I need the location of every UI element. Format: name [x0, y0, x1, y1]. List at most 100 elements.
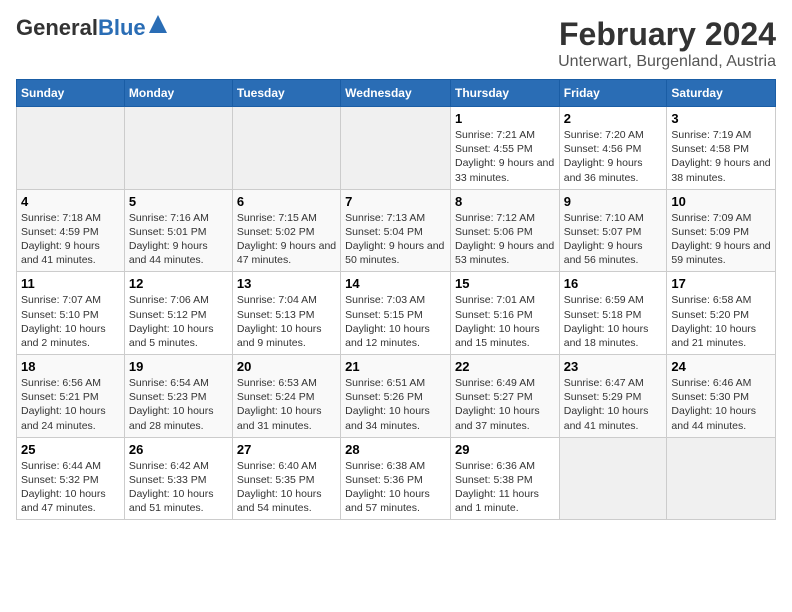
calendar-cell: 10 Sunrise: 7:09 AM Sunset: 5:09 PM Dayli…: [667, 189, 776, 272]
day-info: Sunrise: 6:44 AM Sunset: 5:32 PM Dayligh…: [21, 459, 120, 516]
calendar-cell: 13Sunrise: 7:04 AM Sunset: 5:13 PM Dayli…: [232, 272, 340, 355]
calendar-cell: 3 Sunrise: 7:19 AM Sunset: 4:58 PM Daylig…: [667, 107, 776, 190]
header-tuesday: Tuesday: [232, 80, 340, 107]
day-number: 19: [129, 359, 228, 374]
header-thursday: Thursday: [450, 80, 559, 107]
day-info: Sunrise: 7:18 AM Sunset: 4:59 PM Dayligh…: [21, 211, 120, 268]
day-info: Sunrise: 7:06 AM Sunset: 5:12 PM Dayligh…: [129, 293, 228, 350]
day-info: Sunrise: 6:54 AM Sunset: 5:23 PM Dayligh…: [129, 376, 228, 433]
day-info: Sunrise: 7:21 AM Sunset: 4:55 PM Dayligh…: [455, 128, 555, 185]
calendar-cell: 29 Sunrise: 6:36 AM Sunset: 5:38 PM Dayli…: [450, 437, 559, 520]
day-number: 29: [455, 442, 555, 457]
day-number: 6: [237, 194, 336, 209]
day-number: 5: [129, 194, 228, 209]
calendar-cell: [232, 107, 340, 190]
day-info: Sunrise: 6:36 AM Sunset: 5:38 PM Dayligh…: [455, 459, 555, 516]
day-number: 26: [129, 442, 228, 457]
calendar-cell: 22 Sunrise: 6:49 AM Sunset: 5:27 PM Dayli…: [450, 355, 559, 438]
day-number: 25: [21, 442, 120, 457]
calendar-cell: [124, 107, 232, 190]
calendar-cell: 23Sunrise: 6:47 AM Sunset: 5:29 PM Dayli…: [559, 355, 667, 438]
calendar-cell: 15Sunrise: 7:01 AM Sunset: 5:16 PM Dayli…: [450, 272, 559, 355]
day-info: Sunrise: 7:10 AM Sunset: 5:07 PM Dayligh…: [564, 211, 663, 268]
day-number: 7: [345, 194, 446, 209]
calendar-table: SundayMondayTuesdayWednesdayThursdayFrid…: [16, 79, 776, 520]
day-number: 20: [237, 359, 336, 374]
calendar-cell: 16 Sunrise: 6:59 AM Sunset: 5:18 PM Dayli…: [559, 272, 667, 355]
calendar-cell: 19 Sunrise: 6:54 AM Sunset: 5:23 PM Dayli…: [124, 355, 232, 438]
day-info: Sunrise: 7:04 AM Sunset: 5:13 PM Dayligh…: [237, 293, 336, 350]
calendar-cell: 17 Sunrise: 6:58 AM Sunset: 5:20 PM Dayli…: [667, 272, 776, 355]
calendar-cell: 8 Sunrise: 7:12 AM Sunset: 5:06 PM Daylig…: [450, 189, 559, 272]
calendar-week-row: 18Sunrise: 6:56 AM Sunset: 5:21 PM Dayli…: [17, 355, 776, 438]
calendar-week-row: 25 Sunrise: 6:44 AM Sunset: 5:32 PM Dayli…: [17, 437, 776, 520]
day-number: 3: [671, 111, 771, 126]
page-title: February 2024: [558, 16, 776, 53]
day-info: Sunrise: 6:49 AM Sunset: 5:27 PM Dayligh…: [455, 376, 555, 433]
day-info: Sunrise: 7:19 AM Sunset: 4:58 PM Dayligh…: [671, 128, 771, 185]
calendar-cell: 5Sunrise: 7:16 AM Sunset: 5:01 PM Daylig…: [124, 189, 232, 272]
day-info: Sunrise: 7:07 AM Sunset: 5:10 PM Dayligh…: [21, 293, 120, 350]
day-number: 2: [564, 111, 663, 126]
day-info: Sunrise: 7:12 AM Sunset: 5:06 PM Dayligh…: [455, 211, 555, 268]
day-info: Sunrise: 7:20 AM Sunset: 4:56 PM Dayligh…: [564, 128, 663, 185]
header-monday: Monday: [124, 80, 232, 107]
day-info: Sunrise: 6:59 AM Sunset: 5:18 PM Dayligh…: [564, 293, 663, 350]
day-number: 8: [455, 194, 555, 209]
calendar-cell: 28 Sunrise: 6:38 AM Sunset: 5:36 PM Dayli…: [341, 437, 451, 520]
calendar-cell: 2 Sunrise: 7:20 AM Sunset: 4:56 PM Daylig…: [559, 107, 667, 190]
calendar-cell: [17, 107, 125, 190]
day-info: Sunrise: 7:03 AM Sunset: 5:15 PM Dayligh…: [345, 293, 446, 350]
calendar-cell: 27 Sunrise: 6:40 AM Sunset: 5:35 PM Dayli…: [232, 437, 340, 520]
day-info: Sunrise: 7:15 AM Sunset: 5:02 PM Dayligh…: [237, 211, 336, 268]
day-number: 28: [345, 442, 446, 457]
calendar-week-row: 4Sunrise: 7:18 AM Sunset: 4:59 PM Daylig…: [17, 189, 776, 272]
day-number: 1: [455, 111, 555, 126]
day-info: Sunrise: 6:38 AM Sunset: 5:36 PM Dayligh…: [345, 459, 446, 516]
title-area: February 2024 Unterwart, Burgenland, Aus…: [558, 16, 776, 71]
day-number: 17: [671, 276, 771, 291]
day-info: Sunrise: 6:46 AM Sunset: 5:30 PM Dayligh…: [671, 376, 771, 433]
calendar-cell: 20Sunrise: 6:53 AM Sunset: 5:24 PM Dayli…: [232, 355, 340, 438]
header-wednesday: Wednesday: [341, 80, 451, 107]
header-friday: Friday: [559, 80, 667, 107]
day-info: Sunrise: 6:40 AM Sunset: 5:35 PM Dayligh…: [237, 459, 336, 516]
calendar-cell: 14 Sunrise: 7:03 AM Sunset: 5:15 PM Dayli…: [341, 272, 451, 355]
day-number: 9: [564, 194, 663, 209]
logo-arrow-icon: [149, 15, 167, 33]
day-number: 14: [345, 276, 446, 291]
day-number: 15: [455, 276, 555, 291]
calendar-cell: 21 Sunrise: 6:51 AM Sunset: 5:26 PM Dayli…: [341, 355, 451, 438]
day-number: 21: [345, 359, 446, 374]
day-number: 11: [21, 276, 120, 291]
header-sunday: Sunday: [17, 80, 125, 107]
day-info: Sunrise: 7:13 AM Sunset: 5:04 PM Dayligh…: [345, 211, 446, 268]
calendar-cell: 9 Sunrise: 7:10 AM Sunset: 5:07 PM Daylig…: [559, 189, 667, 272]
calendar-cell: [341, 107, 451, 190]
day-number: 16: [564, 276, 663, 291]
day-number: 27: [237, 442, 336, 457]
calendar-cell: 18Sunrise: 6:56 AM Sunset: 5:21 PM Dayli…: [17, 355, 125, 438]
day-info: Sunrise: 6:47 AM Sunset: 5:29 PM Dayligh…: [564, 376, 663, 433]
calendar-header-row: SundayMondayTuesdayWednesdayThursdayFrid…: [17, 80, 776, 107]
calendar-week-row: 11 Sunrise: 7:07 AM Sunset: 5:10 PM Dayli…: [17, 272, 776, 355]
day-info: Sunrise: 6:56 AM Sunset: 5:21 PM Dayligh…: [21, 376, 120, 433]
day-number: 10: [671, 194, 771, 209]
calendar-cell: [559, 437, 667, 520]
calendar-week-row: 1 Sunrise: 7:21 AM Sunset: 4:55 PM Daylig…: [17, 107, 776, 190]
day-info: Sunrise: 6:51 AM Sunset: 5:26 PM Dayligh…: [345, 376, 446, 433]
calendar-cell: [667, 437, 776, 520]
logo-blue-text: Blue: [98, 15, 146, 40]
day-info: Sunrise: 7:09 AM Sunset: 5:09 PM Dayligh…: [671, 211, 771, 268]
logo-general-text: General: [16, 15, 98, 40]
header-saturday: Saturday: [667, 80, 776, 107]
day-info: Sunrise: 6:58 AM Sunset: 5:20 PM Dayligh…: [671, 293, 771, 350]
calendar-cell: 11 Sunrise: 7:07 AM Sunset: 5:10 PM Dayli…: [17, 272, 125, 355]
calendar-cell: 6 Sunrise: 7:15 AM Sunset: 5:02 PM Daylig…: [232, 189, 340, 272]
calendar-cell: 7 Sunrise: 7:13 AM Sunset: 5:04 PM Daylig…: [341, 189, 451, 272]
day-info: Sunrise: 6:42 AM Sunset: 5:33 PM Dayligh…: [129, 459, 228, 516]
day-number: 12: [129, 276, 228, 291]
calendar-cell: 4Sunrise: 7:18 AM Sunset: 4:59 PM Daylig…: [17, 189, 125, 272]
day-number: 22: [455, 359, 555, 374]
calendar-cell: 12 Sunrise: 7:06 AM Sunset: 5:12 PM Dayli…: [124, 272, 232, 355]
